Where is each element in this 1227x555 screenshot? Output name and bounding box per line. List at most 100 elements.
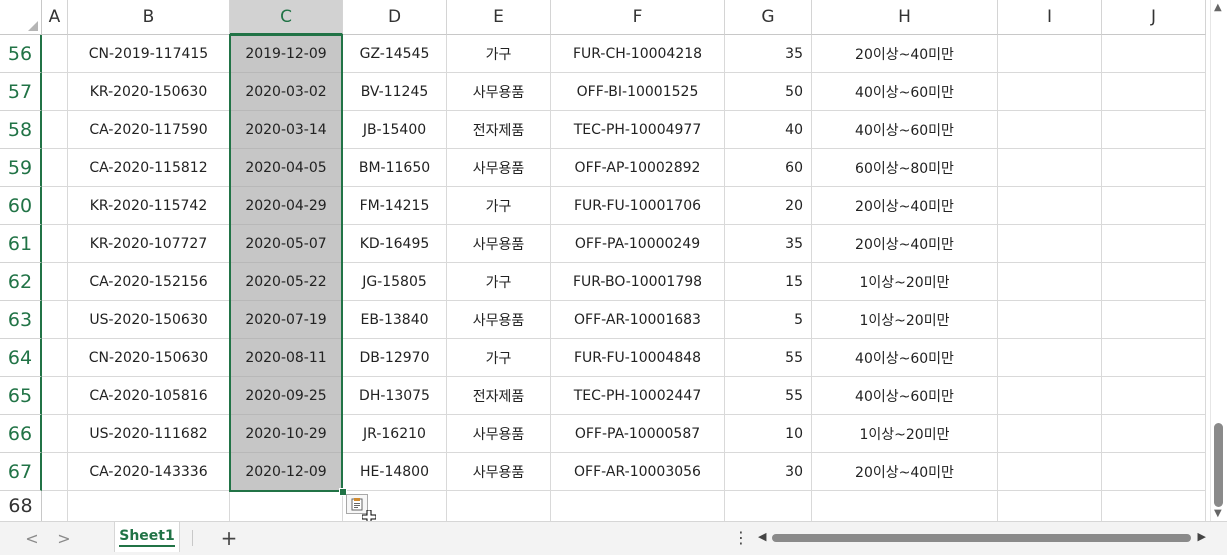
cell-j67[interactable] [1102,453,1206,491]
cell-i58[interactable] [998,111,1102,149]
sheet-tab-sheet1[interactable]: Sheet1 [114,522,180,552]
cell-a62[interactable] [42,263,68,301]
column-header-b[interactable]: B [68,0,230,35]
cell-h58[interactable]: 40이상~60미만 [812,111,998,149]
cell-d65[interactable]: DH-13075 [343,377,447,415]
cell-a65[interactable] [42,377,68,415]
cell-g59[interactable]: 60 [725,149,812,187]
cell-a63[interactable] [42,301,68,339]
cell-e67[interactable]: 사무용품 [447,453,551,491]
row-header-64[interactable]: 64 [0,339,42,377]
cell-d56[interactable]: GZ-14545 [343,35,447,73]
spreadsheet-grid[interactable]: A B C D E F G H I J 56 CN-2019-117415 2019-12-09 GZ-1… [0,0,1210,521]
row-header-66[interactable]: 66 [0,415,42,453]
cell-i67[interactable] [998,453,1102,491]
cell-d62[interactable]: JG-15805 [343,263,447,301]
cell-c66[interactable]: 2020-10-29 [230,415,343,453]
cell-f61[interactable]: OFF-PA-10000249 [551,225,725,263]
cell-g66[interactable]: 10 [725,415,812,453]
vertical-scrollbar[interactable]: ▲ ▼ [1210,0,1227,521]
row-header-65[interactable]: 65 [0,377,42,415]
row-header-61[interactable]: 61 [0,225,42,263]
cell-i65[interactable] [998,377,1102,415]
row-header-62[interactable]: 62 [0,263,42,301]
column-header-f[interactable]: F [551,0,725,35]
column-header-a[interactable]: A [42,0,68,35]
cell-c56[interactable]: 2019-12-09 [230,35,343,73]
cell-j57[interactable] [1102,73,1206,111]
cell-e68[interactable] [447,491,551,521]
cell-e64[interactable]: 가구 [447,339,551,377]
cell-h56[interactable]: 20이상~40미만 [812,35,998,73]
row-header-59[interactable]: 59 [0,149,42,187]
scroll-right-arrow-icon[interactable]: ▶ [1198,530,1206,543]
cell-c65[interactable]: 2020-09-25 [230,377,343,415]
cell-g61[interactable]: 35 [725,225,812,263]
cell-i66[interactable] [998,415,1102,453]
cell-i68[interactable] [998,491,1102,521]
cell-c58[interactable]: 2020-03-14 [230,111,343,149]
cell-e63[interactable]: 사무용품 [447,301,551,339]
row-header-57[interactable]: 57 [0,73,42,111]
cell-i56[interactable] [998,35,1102,73]
cell-a58[interactable] [42,111,68,149]
cell-e56[interactable]: 가구 [447,35,551,73]
column-header-c[interactable]: C [230,0,343,35]
cell-f59[interactable]: OFF-AP-10002892 [551,149,725,187]
cell-d63[interactable]: EB-13840 [343,301,447,339]
tab-options-menu[interactable]: ⋮ [733,528,749,547]
cell-g56[interactable]: 35 [725,35,812,73]
cell-b65[interactable]: CA-2020-105816 [68,377,230,415]
cell-i60[interactable] [998,187,1102,225]
cell-d58[interactable]: JB-15400 [343,111,447,149]
cell-j66[interactable] [1102,415,1206,453]
cell-b68[interactable] [68,491,230,521]
cell-i57[interactable] [998,73,1102,111]
cell-b56[interactable]: CN-2019-117415 [68,35,230,73]
cell-d59[interactable]: BM-11650 [343,149,447,187]
cell-g64[interactable]: 55 [725,339,812,377]
cell-j68[interactable] [1102,491,1206,521]
cell-f64[interactable]: FUR-FU-10004848 [551,339,725,377]
cell-c59[interactable]: 2020-04-05 [230,149,343,187]
cell-e62[interactable]: 가구 [447,263,551,301]
cell-f66[interactable]: OFF-PA-10000587 [551,415,725,453]
cell-h66[interactable]: 1이상~20미만 [812,415,998,453]
cell-e66[interactable]: 사무용품 [447,415,551,453]
cell-a66[interactable] [42,415,68,453]
cell-a56[interactable] [42,35,68,73]
next-sheet-button[interactable]: > [54,529,74,548]
cell-f60[interactable]: FUR-FU-10001706 [551,187,725,225]
cell-j56[interactable] [1102,35,1206,73]
cell-b61[interactable]: KR-2020-107727 [68,225,230,263]
cell-b60[interactable]: KR-2020-115742 [68,187,230,225]
cell-h57[interactable]: 40이상~60미만 [812,73,998,111]
cell-a57[interactable] [42,73,68,111]
cell-c60[interactable]: 2020-04-29 [230,187,343,225]
cell-g57[interactable]: 50 [725,73,812,111]
cell-d60[interactable]: FM-14215 [343,187,447,225]
cell-h61[interactable]: 20이상~40미만 [812,225,998,263]
row-header-68[interactable]: 68 [0,491,42,521]
horizontal-scroll-thumb[interactable] [772,534,1191,542]
cell-e58[interactable]: 전자제품 [447,111,551,149]
cell-h67[interactable]: 20이상~40미만 [812,453,998,491]
column-header-d[interactable]: D [343,0,447,35]
cell-g58[interactable]: 40 [725,111,812,149]
cell-j58[interactable] [1102,111,1206,149]
cell-i64[interactable] [998,339,1102,377]
cell-d64[interactable]: DB-12970 [343,339,447,377]
cell-b57[interactable]: KR-2020-150630 [68,73,230,111]
cell-b63[interactable]: US-2020-150630 [68,301,230,339]
cell-f67[interactable]: OFF-AR-10003056 [551,453,725,491]
scroll-up-arrow-icon[interactable]: ▲ [1214,2,1222,13]
cell-a61[interactable] [42,225,68,263]
cell-a64[interactable] [42,339,68,377]
cell-f62[interactable]: FUR-BO-10001798 [551,263,725,301]
cell-a59[interactable] [42,149,68,187]
cell-f68[interactable] [551,491,725,521]
cell-j62[interactable] [1102,263,1206,301]
cell-j60[interactable] [1102,187,1206,225]
column-header-i[interactable]: I [998,0,1102,35]
row-header-58[interactable]: 58 [0,111,42,149]
